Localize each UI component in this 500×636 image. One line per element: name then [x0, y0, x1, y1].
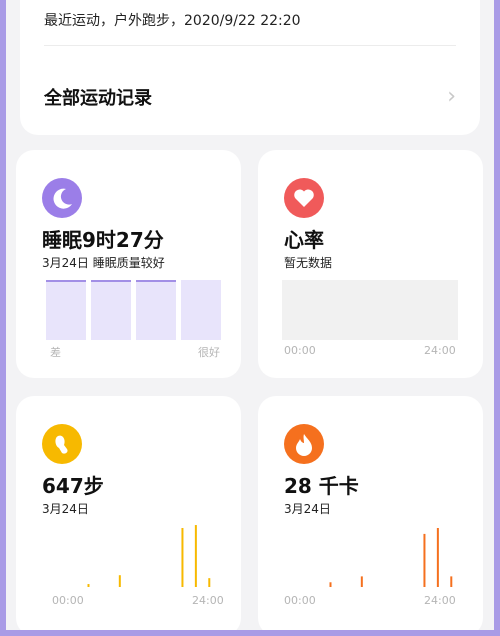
sleep-axis-right: 很好 — [198, 346, 220, 359]
activity-bar — [118, 575, 121, 587]
sleep-bar — [181, 280, 221, 340]
moon-icon — [42, 178, 82, 218]
sleep-duration: 睡眠9时27分 — [42, 228, 164, 252]
sleep-axis-left: 差 — [50, 346, 61, 359]
activity-bar — [423, 533, 426, 587]
steps-card[interactable]: 647步 3月24日 00:00 24:00 — [16, 396, 241, 630]
calories-value: 28 千卡 — [284, 474, 359, 498]
heart-icon — [284, 178, 324, 218]
sleep-bar — [136, 280, 176, 340]
activity-bar — [436, 528, 439, 587]
calories-date: 3月24日 — [284, 502, 331, 516]
heart-axis-end: 24:00 — [424, 344, 456, 357]
activity-bar — [181, 528, 184, 587]
sleep-bar — [46, 280, 86, 340]
sleep-card[interactable]: 睡眠9时27分 3月24日 睡眠质量较好 差 很好 — [16, 150, 241, 378]
heart-axis-start: 00:00 — [284, 344, 316, 357]
steps-count: 647步 — [42, 474, 104, 498]
sleep-quality: 3月24日 睡眠质量较好 — [42, 256, 165, 270]
activity-bar — [329, 582, 332, 587]
calories-axis-end: 24:00 — [424, 594, 456, 607]
heart-rate-card[interactable]: 心率 暂无数据 00:00 24:00 — [258, 150, 483, 378]
heart-rate-status: 暂无数据 — [284, 256, 333, 270]
activity-bar — [208, 578, 211, 587]
activity-bar — [194, 525, 197, 587]
steps-axis-start: 00:00 — [52, 594, 84, 607]
heart-rate-chart-placeholder — [282, 280, 458, 340]
calories-card[interactable]: 28 千卡 3月24日 00:00 24:00 — [258, 396, 483, 630]
activity-bar — [450, 576, 453, 587]
divider — [44, 45, 456, 46]
steps-date: 3月24日 — [42, 502, 89, 516]
app-screen: 最近运动，户外跑步，2020/9/22 22:20 全部运动记录 › 睡眠9时2… — [6, 0, 494, 630]
recent-activity-text: 最近运动，户外跑步，2020/9/22 22:20 — [44, 13, 301, 29]
flame-icon — [284, 424, 324, 464]
calories-chart — [329, 528, 453, 587]
activity-bar — [87, 584, 90, 587]
calories-axis-start: 00:00 — [284, 594, 316, 607]
all-records-link[interactable]: 全部运动记录 — [44, 84, 152, 110]
steps-chart — [87, 525, 211, 587]
steps-axis-end: 24:00 — [192, 594, 224, 607]
footprint-icon — [42, 424, 82, 464]
recent-activity-card[interactable]: 最近运动，户外跑步，2020/9/22 22:20 全部运动记录 › — [20, 0, 480, 135]
heart-rate-title: 心率 — [284, 228, 324, 252]
chevron-right-icon[interactable]: › — [447, 84, 456, 109]
sleep-quality-bars — [46, 280, 221, 340]
sleep-bar — [91, 280, 131, 340]
activity-bar — [360, 576, 363, 587]
